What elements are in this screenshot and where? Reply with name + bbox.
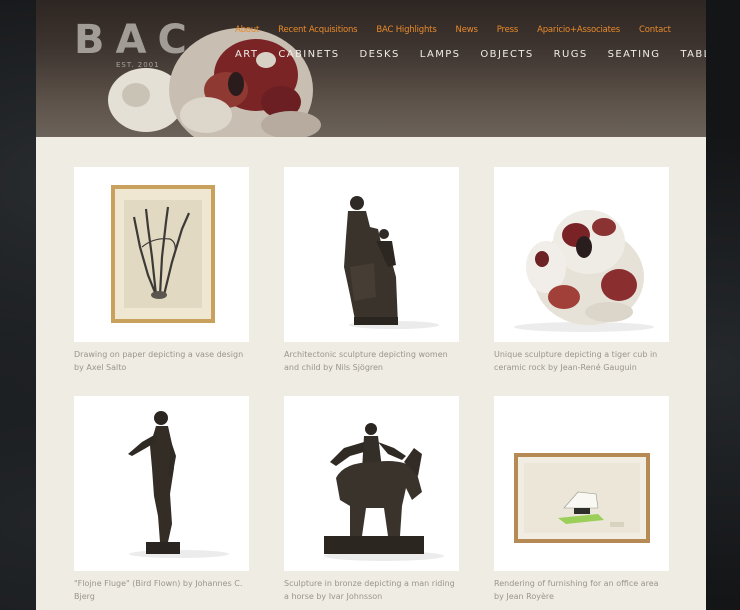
horse-rider-image (324, 423, 444, 561)
product-caption[interactable]: Sculpture in bronze depicting a man ridi… (284, 577, 459, 603)
nav-link-news[interactable]: News (456, 25, 478, 35)
nav-link-about[interactable]: About (235, 25, 259, 35)
category-navigation: ART CABINETS DESKS LAMPS OBJECTS RUGS SE… (235, 49, 706, 60)
product-card[interactable]: Architectonic sculpture depicting women … (284, 167, 459, 396)
site-logo[interactable]: BAC (74, 20, 198, 60)
product-thumbnail[interactable] (74, 396, 249, 571)
product-caption[interactable]: Architectonic sculpture depicting women … (284, 348, 459, 374)
framed-drawing-image (111, 185, 215, 323)
product-thumbnail[interactable] (284, 167, 459, 342)
product-card[interactable]: Drawing on paper depicting a vase design… (74, 167, 249, 396)
category-link-art[interactable]: ART (235, 49, 258, 60)
category-link-cabinets[interactable]: CABINETS (278, 49, 339, 60)
logo-tagline: EST. 2001 (116, 61, 160, 69)
nav-link-bac-highlights[interactable]: BAC Highlights (376, 25, 436, 35)
category-link-tables[interactable]: TABLES (680, 49, 706, 60)
framed-rendering-image (514, 453, 650, 543)
nav-link-press[interactable]: Press (497, 25, 519, 35)
product-card[interactable]: Rendering of furnishing for an office ar… (494, 396, 669, 610)
product-thumbnail[interactable] (284, 396, 459, 571)
product-thumbnail[interactable] (494, 396, 669, 571)
category-link-seating[interactable]: SEATING (608, 49, 661, 60)
category-link-desks[interactable]: DESKS (359, 49, 399, 60)
product-thumbnail[interactable] (74, 167, 249, 342)
category-link-rugs[interactable]: RUGS (554, 49, 588, 60)
category-link-lamps[interactable]: LAMPS (420, 49, 461, 60)
nav-link-aparicio-associates[interactable]: Aparicio+Associates (537, 25, 620, 35)
top-navigation: About Recent Acquisitions BAC Highlights… (235, 25, 690, 35)
product-thumbnail[interactable] (494, 167, 669, 342)
product-card[interactable]: Sculpture in bronze depicting a man ridi… (284, 396, 459, 610)
bronze-sculpture-image (344, 196, 439, 329)
product-caption[interactable]: Rendering of furnishing for an office ar… (494, 577, 669, 603)
product-grid: Drawing on paper depicting a vase design… (74, 167, 670, 610)
bronze-figure-image (128, 411, 229, 558)
product-card[interactable]: Unique sculpture depicting a tiger cub i… (494, 167, 669, 396)
category-link-objects[interactable]: OBJECTS (480, 49, 533, 60)
site-header: BAC EST. 2001 About Recent Acquisitions … (36, 0, 706, 137)
nav-link-recent-acquisitions[interactable]: Recent Acquisitions (278, 25, 357, 35)
nav-link-contact[interactable]: Contact (639, 25, 671, 35)
ceramic-tiger-image (514, 210, 654, 332)
product-caption[interactable]: Drawing on paper depicting a vase design… (74, 348, 249, 374)
product-caption[interactable]: "Flojne Fluge" (Bird Flown) by Johannes … (74, 577, 249, 603)
page-container: BAC EST. 2001 About Recent Acquisitions … (36, 0, 706, 610)
product-caption[interactable]: Unique sculpture depicting a tiger cub i… (494, 348, 669, 374)
product-card[interactable]: "Flojne Fluge" (Bird Flown) by Johannes … (74, 396, 249, 610)
